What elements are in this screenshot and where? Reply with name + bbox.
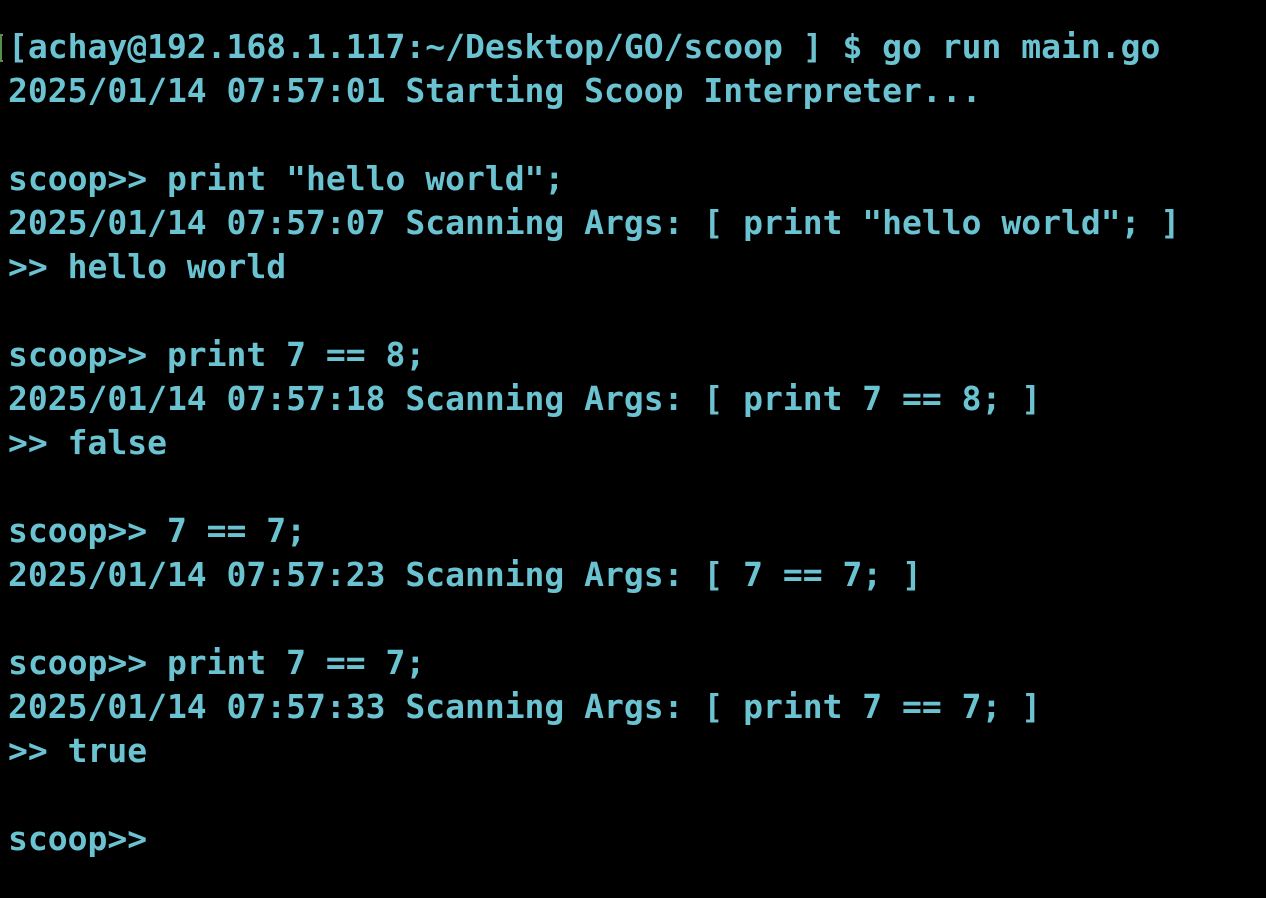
log-line-scan: 2025/01/14 07:57:18 Scanning Args: [ pri… <box>8 379 1042 418</box>
command-mark-icon <box>0 34 3 62</box>
log-line-start: 2025/01/14 07:57:01 Starting Scoop Inter… <box>8 71 982 110</box>
log-line-scan: 2025/01/14 07:57:07 Scanning Args: [ pri… <box>8 203 1181 242</box>
repl-input-line: scoop>> print 7 == 7; <box>8 643 426 682</box>
terminal-window[interactable]: [achay@192.168.1.117:~/Desktop/GO/scoop … <box>0 0 1266 898</box>
repl-output-line: >> hello world <box>8 247 287 286</box>
log-line-scan: 2025/01/14 07:57:33 Scanning Args: [ pri… <box>8 687 1042 726</box>
repl-output-line: >> true <box>8 731 148 770</box>
repl-input-line: scoop>> 7 == 7; <box>8 511 307 550</box>
log-line-scan: 2025/01/14 07:57:23 Scanning Args: [ 7 =… <box>8 555 922 594</box>
repl-output-line: >> false <box>8 423 167 462</box>
repl-prompt-input[interactable]: scoop>> <box>8 817 1266 861</box>
shell-command-line: [achay@192.168.1.117:~/Desktop/GO/scoop … <box>8 27 1161 66</box>
repl-input-line: scoop>> print "hello world"; <box>8 159 565 198</box>
repl-input-line: scoop>> print 7 == 8; <box>8 335 426 374</box>
